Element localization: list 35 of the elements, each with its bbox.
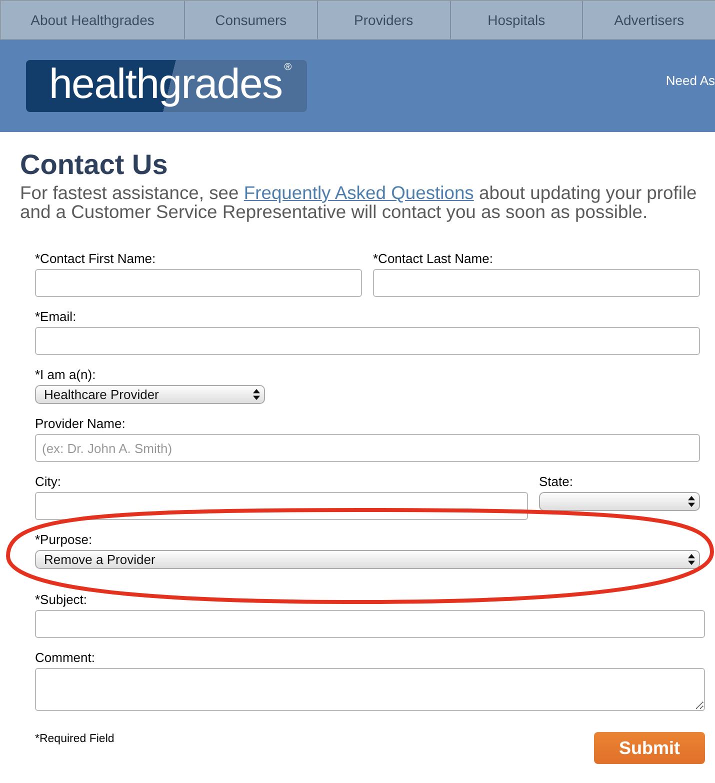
up-down-arrows-icon [688,496,695,507]
field-label: State: [539,474,573,489]
dropdown-select[interactable] [539,492,700,511]
nav-tab[interactable]: Advertisers [583,1,715,39]
page-title: Contact Us [20,149,169,181]
input-field[interactable] [35,327,700,355]
help-text: Need As [666,72,715,90]
submit-button[interactable]: Submit [594,732,705,764]
dropdown-select[interactable]: Healthcare Provider [35,385,265,404]
field-label: Provider Name: [35,416,126,431]
field-label: *I am a(n): [35,367,96,382]
field-label: *Contact Last Name: [373,251,493,266]
input-field[interactable] [373,269,700,297]
nav-tab[interactable]: Providers [318,1,450,39]
up-down-arrows-icon [688,554,695,565]
up-down-arrows-icon [253,389,260,400]
field-label: *Contact First Name: [35,251,156,266]
nav-tab[interactable]: About Healthgrades [0,1,185,39]
nav-tab[interactable]: Consumers [185,1,318,39]
logo-text: healthgrades$^{®}$ [49,63,292,105]
field-label: *Subject: [35,592,88,607]
field-label: Comment: [35,650,95,665]
input-field[interactable] [35,610,705,638]
required-note: *Required Field [35,732,114,746]
field-label: *Email: [35,309,76,324]
faq-link[interactable]: Frequently Asked Questions [244,182,474,203]
intro-paragraph: For fastest assistance, see Frequently Asked Questions about updating your profile and a Customer Service Representative will contact you as soon as possible. [20,183,698,221]
input-field[interactable]: (ex: Dr. John A. Smith) [35,434,700,462]
nav-tab[interactable]: Hospitals [450,1,584,39]
comment-field[interactable] [35,668,705,711]
field-label: *Purpose: [35,532,92,547]
logo-badge[interactable]: healthgrades$^{®}$ [26,60,307,112]
field-label: City: [35,474,61,489]
dropdown-select[interactable]: Remove a Provider [35,550,700,569]
input-field[interactable] [35,269,362,297]
